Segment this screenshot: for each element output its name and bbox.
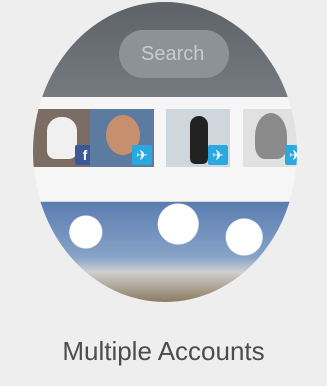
feature-title: Multiple Accounts	[62, 336, 265, 366]
account-avatar[interactable]: f	[33, 109, 97, 167]
account-avatar[interactable]: ✈	[243, 109, 297, 167]
account-avatar[interactable]: ✈	[90, 109, 154, 167]
profile-image-icon	[255, 113, 287, 159]
profile-image-icon	[190, 116, 208, 164]
account-avatar[interactable]: ✈	[166, 109, 230, 167]
app-header-bar: Search	[33, 2, 297, 97]
feature-illustration: Search f ✈ ✈ ✈	[33, 2, 297, 302]
search-field[interactable]: Search	[119, 30, 229, 78]
accounts-panel: f ✈ ✈ ✈	[33, 97, 297, 202]
avatar-row: f ✈ ✈ ✈	[33, 109, 297, 167]
twitter-icon: ✈	[285, 145, 297, 165]
twitter-icon: ✈	[132, 145, 152, 165]
twitter-icon: ✈	[208, 145, 228, 165]
profile-image-icon	[47, 117, 77, 159]
sky-photo	[33, 202, 297, 302]
